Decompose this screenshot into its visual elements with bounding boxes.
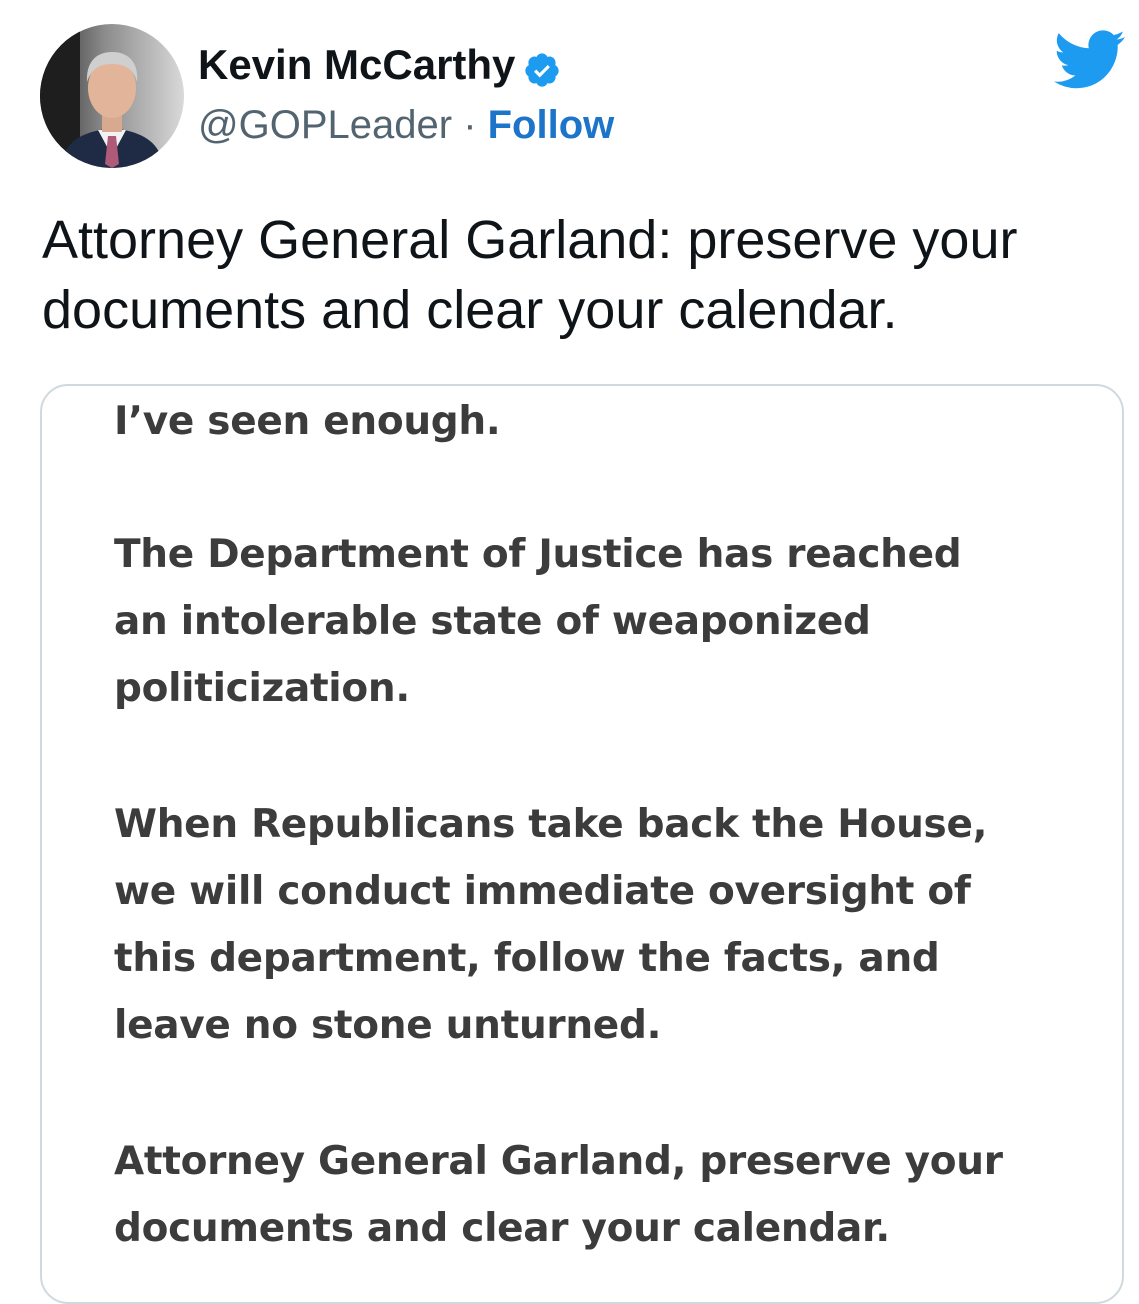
display-name-text: Kevin McCarthy (198, 41, 516, 88)
statement-line: politicization. (114, 666, 410, 711)
author-handle-row: @GOPLeader · Follow (198, 98, 614, 152)
statement-line: The Department of Justice has reached (114, 532, 962, 577)
author-display-name[interactable]: Kevin McCarthy (198, 36, 561, 94)
statement-line: we will conduct immediate oversight of (114, 869, 971, 914)
statement-line: this department, follow the facts, and (114, 936, 940, 981)
separator-dot: · (463, 103, 488, 147)
author-handle[interactable]: @GOPLeader (198, 103, 452, 147)
verified-badge-icon (523, 46, 561, 87)
tweet-text: Attorney General Garland: preserve your … (42, 205, 1122, 345)
profile-photo (40, 24, 184, 168)
attached-image-card[interactable]: I’ve seen enough. The Department of Just… (40, 384, 1124, 1304)
statement-line: When Republicans take back the House, (114, 802, 988, 847)
twitter-bird-icon[interactable] (1054, 30, 1126, 90)
tweet-text-line: documents and clear your calendar. (42, 280, 898, 340)
follow-link[interactable]: Follow (488, 103, 615, 147)
statement-line: documents and clear your calendar. (114, 1206, 890, 1251)
statement-line: an intolerable state of weaponized (114, 599, 871, 644)
avatar[interactable] (40, 24, 184, 168)
tweet-text-line: Attorney General Garland: preserve your (42, 210, 1018, 270)
statement-line: I’ve seen enough. (114, 399, 501, 444)
statement-line: Attorney General Garland, preserve your (114, 1139, 1003, 1184)
statement-line: leave no stone unturned. (114, 1003, 662, 1048)
